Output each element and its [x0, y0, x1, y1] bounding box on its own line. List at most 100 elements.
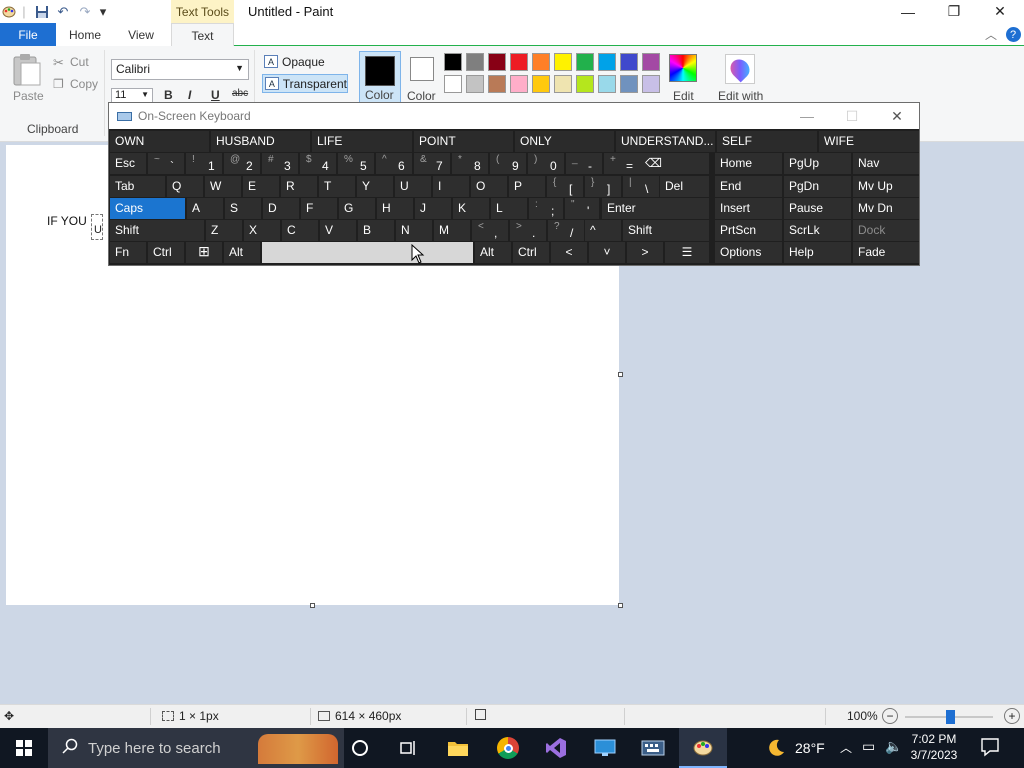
key-e[interactable]: E: [243, 176, 279, 197]
underline-button[interactable]: U: [211, 88, 220, 102]
opaque-option[interactable]: A Opaque: [262, 52, 348, 71]
tray-overflow-icon[interactable]: ︿: [840, 739, 852, 756]
key-w[interactable]: W: [205, 176, 241, 197]
key-home[interactable]: Home: [715, 153, 782, 174]
resize-handle-corner[interactable]: [618, 603, 623, 608]
key-g[interactable]: G: [339, 198, 375, 219]
remote-desktop-icon[interactable]: [593, 736, 617, 760]
palette-swatch[interactable]: [444, 53, 462, 71]
resize-handle-bottom[interactable]: [310, 603, 315, 608]
zoom-slider-thumb[interactable]: [946, 710, 955, 724]
key-d[interactable]: D: [263, 198, 299, 219]
key-dock[interactable]: Dock: [853, 220, 919, 241]
osk-minimize-button[interactable]: —: [785, 105, 829, 127]
prediction-8[interactable]: WIFE: [819, 131, 919, 152]
paint-3d-icon[interactable]: [725, 54, 755, 84]
key-s[interactable]: S: [225, 198, 261, 219]
key-shift-left[interactable]: Shift: [110, 220, 204, 241]
key-`[interactable]: ~ `: [148, 153, 184, 174]
key-y[interactable]: Y: [357, 176, 393, 197]
cut-button[interactable]: Cut: [70, 55, 89, 69]
palette-swatch[interactable]: [576, 53, 594, 71]
help-icon[interactable]: ?: [1004, 23, 1022, 46]
windows-key-icon[interactable]: ⊞: [186, 242, 222, 263]
palette-swatch[interactable]: [532, 75, 550, 93]
palette-swatch[interactable]: [510, 75, 528, 93]
volume-icon[interactable]: 🔈: [885, 738, 902, 755]
key-symbol[interactable]: | \: [623, 176, 659, 197]
key-l[interactable]: L: [491, 198, 527, 219]
key-esc[interactable]: Esc: [110, 153, 146, 174]
key-nav[interactable]: Nav: [853, 153, 919, 174]
chrome-icon[interactable]: [496, 736, 520, 760]
palette-swatch[interactable]: [620, 75, 638, 93]
key-shift-right[interactable]: Shift: [623, 220, 709, 241]
palette-swatch[interactable]: [466, 75, 484, 93]
paint-taskbar-button[interactable]: [679, 728, 727, 768]
key-7[interactable]: & 7: [414, 153, 450, 174]
paste-icon[interactable]: [12, 53, 42, 87]
palette-swatch[interactable]: [642, 75, 660, 93]
prediction-1[interactable]: OWN: [110, 131, 209, 152]
key-pgup[interactable]: PgUp: [784, 153, 851, 174]
task-view-icon[interactable]: [396, 736, 420, 760]
tab-home[interactable]: Home: [62, 23, 108, 46]
key-backspace[interactable]: ⌫: [640, 153, 709, 174]
key-i[interactable]: I: [433, 176, 469, 197]
key-menu[interactable]: ☰: [665, 242, 709, 263]
key-arrow-right[interactable]: >: [627, 242, 663, 263]
osk-close-button[interactable]: ✕: [875, 105, 919, 127]
paste-button[interactable]: Paste: [13, 89, 44, 103]
edit-colors-icon[interactable]: [669, 54, 697, 82]
undo-icon[interactable]: ↶: [54, 3, 72, 20]
key-m[interactable]: M: [434, 220, 470, 241]
taskbar-search[interactable]: Type here to search: [48, 728, 344, 768]
key-symbol[interactable]: >.: [510, 220, 546, 241]
key-arrow-up[interactable]: ^: [585, 220, 621, 241]
key-symbol[interactable]: " ': [565, 198, 599, 219]
restore-button[interactable]: ❐: [931, 0, 977, 23]
key-options[interactable]: Options: [715, 242, 782, 263]
key-j[interactable]: J: [415, 198, 451, 219]
key-symbol[interactable]: ? /: [548, 220, 584, 241]
tab-text[interactable]: Text: [171, 23, 234, 47]
key-help[interactable]: Help: [784, 242, 851, 263]
palette-swatch[interactable]: [532, 53, 550, 71]
key-tab[interactable]: Tab: [110, 176, 165, 197]
color2-swatch[interactable]: [410, 57, 434, 81]
key-prtscn[interactable]: PrtScn: [715, 220, 782, 241]
key-alt-left[interactable]: Alt: [224, 242, 260, 263]
close-button[interactable]: ✕: [977, 0, 1023, 23]
palette-swatch[interactable]: [598, 75, 616, 93]
key-mv-up[interactable]: Mv Up: [853, 176, 919, 197]
key-3[interactable]: #3: [262, 153, 298, 174]
key-b[interactable]: B: [358, 220, 394, 241]
key-enter[interactable]: Enter: [602, 198, 709, 219]
key-alt-right[interactable]: Alt: [475, 242, 511, 263]
palette-swatch[interactable]: [554, 75, 572, 93]
key-1[interactable]: ! 1: [186, 153, 222, 174]
key-v[interactable]: V: [320, 220, 356, 241]
key-f[interactable]: F: [301, 198, 337, 219]
minimize-button[interactable]: —: [885, 0, 931, 23]
prediction-4[interactable]: POINT: [414, 131, 513, 152]
key-6[interactable]: ^ 6: [376, 153, 412, 174]
key-end[interactable]: End: [715, 176, 782, 197]
prediction-7[interactable]: SELF: [717, 131, 817, 152]
prediction-5[interactable]: ONLY: [515, 131, 614, 152]
key-=[interactable]: + =: [604, 153, 640, 174]
palette-swatch[interactable]: [488, 53, 506, 71]
key-ctrl-right[interactable]: Ctrl: [513, 242, 549, 263]
text-input-box[interactable]: UN: [91, 214, 103, 240]
prediction-3[interactable]: LIFE: [312, 131, 412, 152]
paint-app-icon[interactable]: [0, 3, 18, 20]
key-symbol[interactable]: {[: [547, 176, 583, 197]
key-9[interactable]: (9: [490, 153, 526, 174]
prediction-2[interactable]: HUSBAND: [211, 131, 310, 152]
cortana-icon[interactable]: [348, 736, 372, 760]
tab-file[interactable]: File: [0, 23, 56, 46]
key-pause[interactable]: Pause: [784, 198, 851, 219]
osk-maximize-button[interactable]: ☐: [830, 105, 874, 127]
key-t[interactable]: T: [319, 176, 355, 197]
key-scrlk[interactable]: ScrLk: [784, 220, 851, 241]
